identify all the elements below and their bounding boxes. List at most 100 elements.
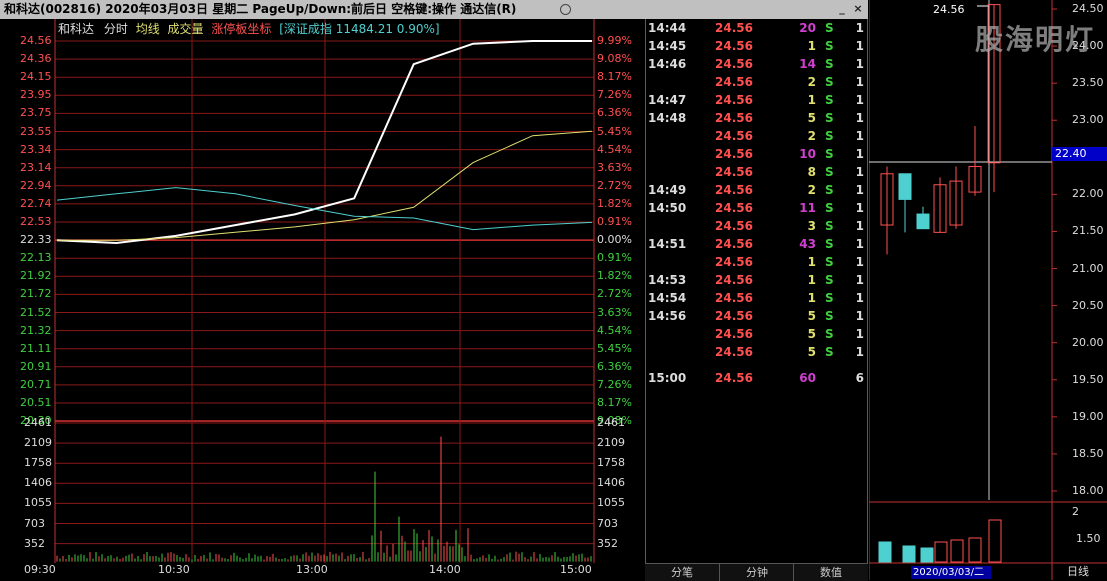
tape-row[interactable]: 24.56 2 S 1 — [645, 127, 868, 145]
tape-tabs: 分笔 分钟 数值 — [645, 563, 868, 581]
price-tick-left: 20.71 — [20, 377, 52, 391]
tape-direction: S — [825, 39, 834, 53]
kline-volume-bar — [878, 541, 892, 563]
kline-tick: 23.50 — [1072, 76, 1104, 90]
volume-tick-left: 2461 — [24, 416, 52, 429]
tab-fenshi[interactable]: 分时 — [104, 22, 128, 36]
tape-volume: 14 — [799, 57, 816, 71]
tape-count: 1 — [855, 165, 864, 179]
tape-count: 1 — [855, 39, 864, 53]
volume-tick-right: 2109 — [597, 436, 625, 450]
tape-time: 14:49 — [648, 183, 687, 197]
tick-tape: 14:44 24.56 20 S 1 14:45 24.56 1 S 1 14:46 24.56 14 S… — [645, 19, 868, 563]
price-tick-left: 21.52 — [20, 305, 52, 319]
price-tick-left: 22.74 — [20, 196, 52, 210]
tape-row[interactable]: 14:45 24.56 1 S 1 — [645, 37, 868, 55]
tape-price: 24.56 — [715, 93, 753, 107]
tape-count: 1 — [855, 219, 864, 233]
tape-price: 24.56 — [715, 39, 753, 53]
tape-direction: S — [825, 75, 834, 89]
tape-volume: 60 — [799, 371, 816, 385]
price-tick-right: 4.54% — [597, 323, 632, 337]
price-tick-right: 7.26% — [597, 88, 632, 102]
tape-direction: S — [825, 345, 834, 359]
tape-count: 1 — [855, 129, 864, 143]
tape-row[interactable]: 14:51 24.56 43 S 1 — [645, 235, 868, 253]
tab-fenzhong[interactable]: 分钟 — [719, 564, 794, 581]
volume-tick-left: 2109 — [24, 436, 52, 450]
tape-row[interactable]: 24.56 3 S 1 — [645, 217, 868, 235]
tape-row[interactable]: 15:00 24.56 60 6 — [645, 369, 868, 387]
tape-time: 14:50 — [648, 201, 687, 215]
tape-count: 1 — [855, 201, 864, 215]
legend-limit-axis[interactable]: 涨停板坐标 — [211, 22, 271, 36]
tape-volume: 20 — [799, 21, 816, 35]
kline-vol-tick: 2 — [1072, 505, 1079, 518]
kline-tick: 19.00 — [1072, 409, 1104, 423]
kline-volume-bar — [920, 547, 934, 563]
kline-volume-bar — [902, 545, 916, 563]
tape-price: 24.56 — [715, 327, 753, 341]
kline-tick: 21.00 — [1072, 261, 1104, 275]
tape-row[interactable]: 24.56 5 S 1 — [645, 325, 868, 343]
tape-row[interactable]: 24.56 1 S 1 — [645, 253, 868, 271]
kline-period[interactable]: 日线 — [1067, 565, 1089, 578]
price-tick-right: 8.17% — [597, 70, 632, 84]
kline-candle — [898, 173, 912, 200]
tape-volume: 10 — [799, 147, 816, 161]
tape-row[interactable]: 14:53 24.56 1 S 1 — [645, 271, 868, 289]
tab-fenbi[interactable]: 分笔 — [645, 564, 719, 581]
tape-row[interactable]: 14:49 24.56 2 S 1 — [645, 181, 868, 199]
tape-volume: 1 — [807, 273, 816, 287]
tape-row[interactable]: 24.56 10 S 1 — [645, 145, 868, 163]
kline-tick: 22.00 — [1072, 187, 1104, 201]
tape-row[interactable]: 14:44 24.56 20 S 1 — [645, 19, 868, 37]
volume-tick-right: 1406 — [597, 476, 625, 490]
tape-row[interactable]: 14:47 24.56 1 S 1 — [645, 91, 868, 109]
price-tick-left: 24.36 — [20, 52, 52, 66]
tape-direction: S — [825, 21, 834, 35]
minimize-button[interactable]: _ — [836, 3, 848, 15]
tape-price: 24.56 — [715, 21, 753, 35]
kline-tick: 23.00 — [1072, 113, 1104, 127]
price-tick-left: 21.32 — [20, 323, 52, 337]
kline-tick: 20.50 — [1072, 298, 1104, 312]
tape-count: 1 — [855, 327, 864, 341]
close-button[interactable]: × — [852, 3, 864, 15]
tape-row[interactable]: 14:48 24.56 5 S 1 — [645, 109, 868, 127]
tape-price: 24.56 — [715, 255, 753, 269]
tab-shuzhi[interactable]: 数值 — [793, 564, 868, 581]
tape-volume: 11 — [799, 201, 816, 215]
price-tick-left: 22.94 — [20, 178, 52, 192]
volume-tick-right: 1055 — [597, 496, 625, 510]
tape-row[interactable]: 14:56 24.56 5 S 1 — [645, 307, 868, 325]
volume-tick-left: 352 — [24, 536, 45, 550]
chart-legend: 和科达 分时 均线 成交量 涨停板坐标 [深证成指 11484.21 0.90%… — [58, 22, 440, 36]
price-tick-left: 23.34 — [20, 142, 52, 156]
clock-icon[interactable] — [560, 4, 571, 15]
tape-row[interactable]: 14:54 24.56 1 S 1 — [645, 289, 868, 307]
price-tick-right: 8.17% — [597, 396, 632, 409]
tape-price: 24.56 — [715, 147, 753, 161]
legend-avg[interactable]: 均线 — [136, 22, 160, 36]
tape-row[interactable]: 14:46 24.56 14 S 1 — [645, 55, 868, 73]
tape-volume: 5 — [807, 345, 816, 359]
tape-count: 1 — [855, 345, 864, 359]
tape-volume: 5 — [807, 309, 816, 323]
tape-volume: 8 — [807, 165, 816, 179]
tape-volume: 1 — [807, 291, 816, 305]
tape-direction: S — [825, 93, 834, 107]
tape-row[interactable]: 14:50 24.56 11 S 1 — [645, 199, 868, 217]
tape-row[interactable]: 24.56 8 S 1 — [645, 163, 868, 181]
tape-direction: S — [825, 291, 834, 305]
kline-high-label: 24.56 — [933, 3, 965, 16]
tape-price: 24.56 — [715, 165, 753, 179]
kline-candle — [916, 213, 930, 230]
legend-volume[interactable]: 成交量 — [168, 22, 204, 36]
tape-row[interactable]: 24.56 5 S 1 — [645, 343, 868, 361]
tape-row[interactable]: 24.56 2 S 1 — [645, 73, 868, 91]
kline-tick: 21.50 — [1072, 224, 1104, 238]
price-tick-right: 0.00% — [597, 233, 632, 247]
time-tick: 15:00 — [560, 563, 592, 576]
kline-tick: 20.00 — [1072, 335, 1104, 349]
